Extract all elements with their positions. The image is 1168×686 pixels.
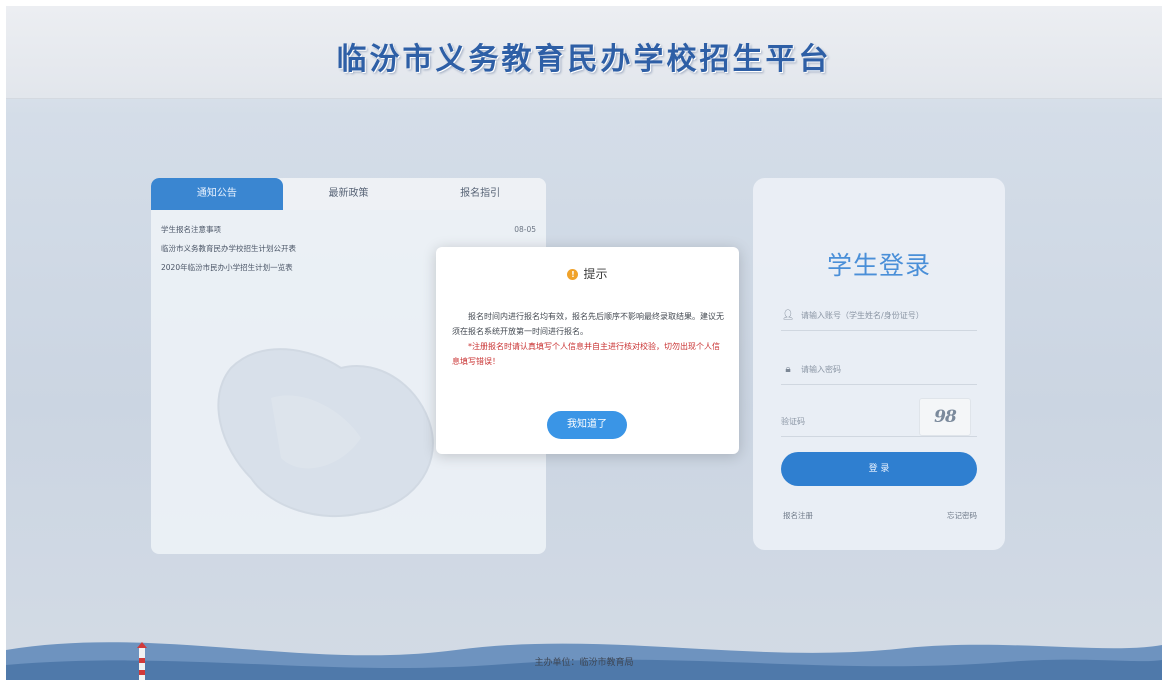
- map-watermark-image: [217, 348, 434, 517]
- site-title: 临汾市义务教育民办学校招生平台: [336, 42, 832, 77]
- dialog-paragraph: 报名时间内进行报名均有效，报名先后顺序不影响最终录取结果。建议无须在报名系统开放…: [452, 312, 724, 336]
- tab-notices[interactable]: 通知公告: [151, 178, 283, 210]
- dialog-body: 报名时间内进行报名均有效，报名先后顺序不影响最终录取结果。建议无须在报名系统开放…: [452, 309, 725, 369]
- warning-icon: !: [567, 269, 579, 280]
- news-title: 临汾市义务教育民办学校招生计划公开表: [161, 244, 296, 253]
- acknowledge-button[interactable]: 我知道了: [547, 411, 627, 439]
- captcha-image[interactable]: 98: [919, 398, 971, 436]
- dialog-title-row: ! 提示: [436, 265, 739, 282]
- login-title: 学生登录: [826, 251, 931, 280]
- login-panel: 学生登录 👤︎ 请输入账号（学生姓名/身份证号） 🔒︎ 请输入密码 验证码 98…: [753, 178, 1005, 550]
- account-placeholder: 请输入账号（学生姓名/身份证号）: [801, 310, 924, 320]
- news-date: 08-05: [514, 225, 536, 234]
- tab-policies[interactable]: 最新政策: [282, 178, 415, 210]
- info-tabs: 通知公告 最新政策 报名指引: [151, 178, 546, 210]
- footer-waves: [6, 642, 1162, 680]
- login-button[interactable]: 登 录: [781, 452, 977, 486]
- lock-icon: 🔒︎: [785, 363, 791, 375]
- site-header: 临汾市义务教育民办学校招生平台: [6, 6, 1162, 99]
- captcha-field[interactable]: 验证码 98: [781, 398, 977, 437]
- dialog-warning: *注册报名时请认真填写个人信息并自主进行核对校验，切勿出现个人信息填写错误！: [452, 342, 720, 366]
- footer-organizer: 主办单位：临汾市教育局: [534, 658, 634, 668]
- notice-dialog: ! 提示 报名时间内进行报名均有效，报名先后顺序不影响最终录取结果。建议无须在报名…: [436, 247, 739, 454]
- user-icon: 👤︎: [781, 309, 795, 321]
- password-placeholder: 请输入密码: [801, 364, 841, 374]
- news-title: 2020年临汾市民办小学招生计划一览表: [161, 263, 293, 272]
- news-title: 学生报名注意事项: [161, 225, 221, 234]
- tab-guide[interactable]: 报名指引: [414, 178, 546, 210]
- captcha-placeholder: 验证码: [781, 416, 805, 426]
- page-frame: 临汾市义务教育民办学校招生平台 通知公告 最新政策 报名指引 学生报名注意事项 …: [6, 6, 1162, 680]
- dialog-title: 提示: [583, 267, 608, 281]
- password-field[interactable]: 🔒︎ 请输入密码: [781, 354, 977, 385]
- news-item[interactable]: 学生报名注意事项 08-05: [161, 220, 536, 239]
- forgot-password-link[interactable]: 忘记密码: [947, 510, 977, 521]
- register-link[interactable]: 报名注册: [783, 510, 813, 521]
- account-field[interactable]: 👤︎ 请输入账号（学生姓名/身份证号）: [781, 300, 977, 331]
